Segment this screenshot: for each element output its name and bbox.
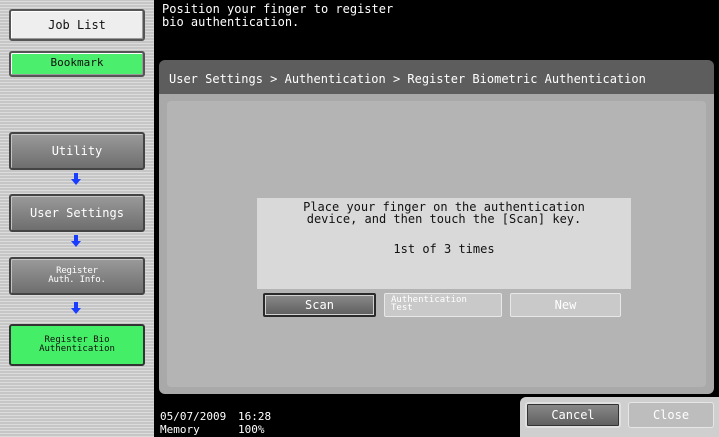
instruction-line-2: device, and then touch the [Scan] key. [306,212,582,226]
memory-value: 100% [238,423,265,436]
close-button[interactable]: Close [628,402,714,428]
register-auth-info-button[interactable]: Register Auth. Info. [9,257,145,295]
status-time: 16:28 [238,410,272,423]
utility-label: Utility [51,144,103,158]
user-settings-label: User Settings [30,206,124,220]
down-arrow-icon [69,302,83,314]
close-label: Close [652,408,690,422]
bookmark-button[interactable]: Bookmark [9,51,145,77]
breadcrumb: User Settings > Authentication > Registe… [159,60,714,94]
new-button[interactable]: New [510,293,621,317]
register-bio-line2: Authentication [39,344,115,354]
user-settings-button[interactable]: User Settings [9,194,145,232]
memory-label: Memory [160,423,200,436]
scan-progress-text: 1st of 3 times [393,242,495,256]
new-label: New [554,298,577,312]
register-bio-authentication-button[interactable]: Register Bio Authentication [9,324,145,366]
authentication-test-button[interactable]: Authentication Test [384,293,502,317]
cancel-button[interactable]: Cancel [525,402,621,428]
job-list-label: Job List [48,18,106,32]
header-message: Position your finger to register bio aut… [154,0,719,40]
utility-button[interactable]: Utility [9,132,145,170]
down-arrow-icon [69,235,83,247]
cancel-label: Cancel [551,408,595,422]
bookmark-label: Bookmark [50,56,104,69]
status-date: 05/07/2009 [160,410,227,423]
scan-label: Scan [305,298,334,312]
instruction-box: Place your finger on the authentication … [257,198,631,289]
job-list-button[interactable]: Job List [9,9,145,41]
scan-button[interactable]: Scan [263,293,376,317]
register-auth-line2: Auth. Info. [48,275,106,285]
auth-test-line2: Test [391,303,413,313]
down-arrow-icon [69,173,83,185]
